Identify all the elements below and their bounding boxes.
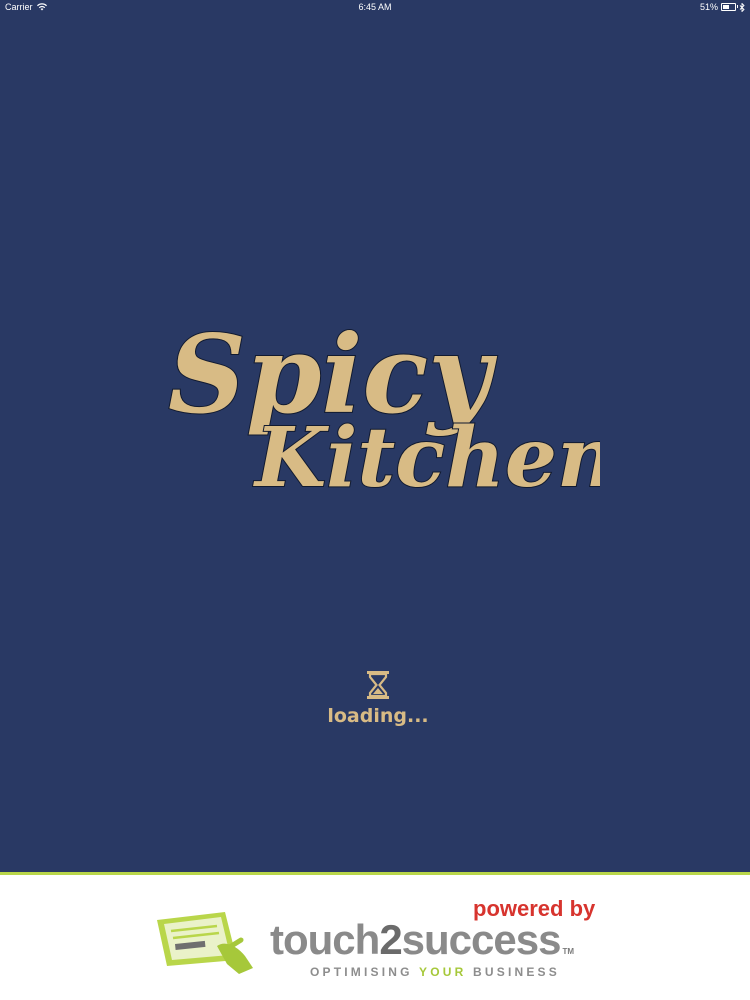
hourglass-icon bbox=[367, 671, 389, 699]
tagline-start: OPTIMISING bbox=[310, 965, 419, 979]
brand-part-success: success bbox=[401, 916, 562, 963]
bluetooth-icon bbox=[739, 2, 745, 12]
battery-tip bbox=[737, 5, 738, 8]
tagline-accent: YOUR bbox=[419, 965, 467, 979]
status-right: 51% bbox=[700, 2, 745, 12]
touch2success-logo-icon bbox=[157, 912, 253, 974]
status-bar: Carrier 6:45 AM 51% bbox=[0, 0, 750, 16]
brand-tagline: OPTIMISING YOUR BUSINESS bbox=[310, 965, 560, 979]
battery-icon bbox=[721, 3, 738, 11]
brand-part-touch: touch bbox=[270, 916, 380, 963]
battery-level-fill bbox=[723, 5, 729, 9]
spicy-kitchen-logo: Spicy Kitchen bbox=[167, 311, 600, 500]
battery-percent: 51% bbox=[699, 2, 718, 12]
loading-label: loading... bbox=[327, 705, 429, 727]
tagline-end: BUSINESS bbox=[466, 965, 560, 979]
status-time: 6:45 AM bbox=[358, 2, 392, 12]
logo-word-kitchen: Kitchen bbox=[253, 410, 600, 500]
powered-by-footer: powered by touch2success TM OPTIMISING YO… bbox=[0, 872, 750, 1000]
brand-part-2: 2 bbox=[379, 916, 402, 963]
trademark-mark: TM bbox=[562, 947, 575, 956]
